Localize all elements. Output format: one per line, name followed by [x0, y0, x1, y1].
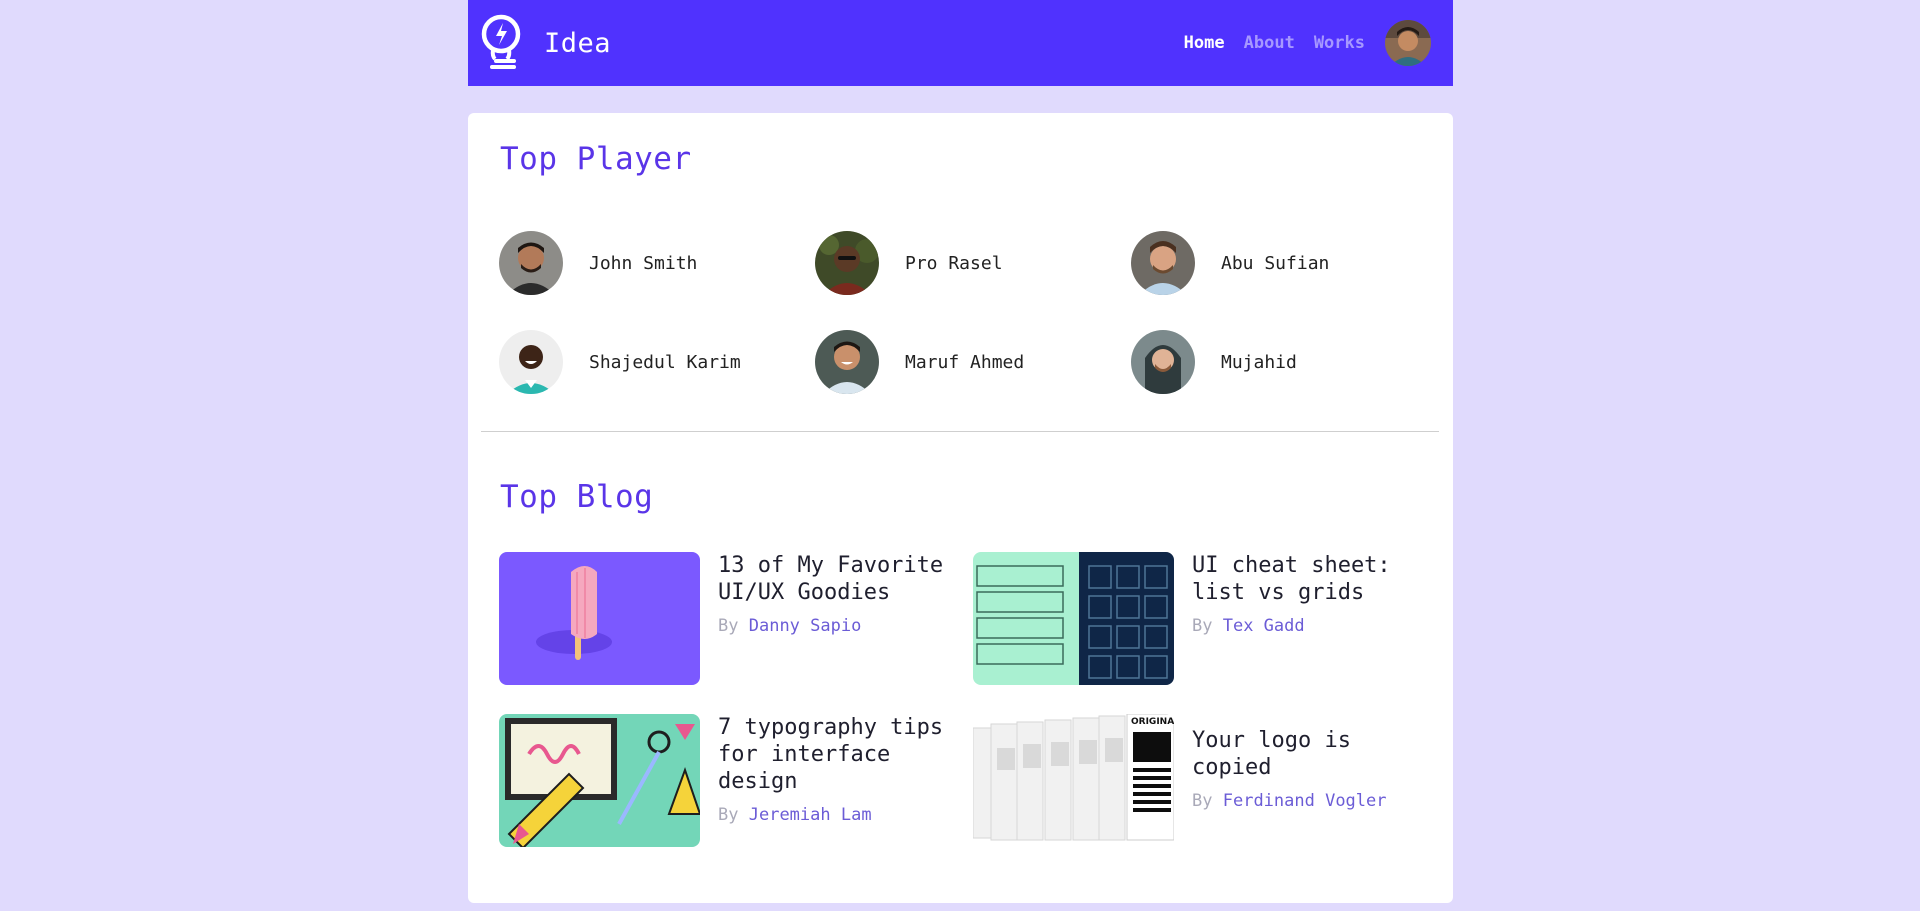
- blog-author-link[interactable]: Danny Sapio: [749, 616, 862, 636]
- blog-byline: By Danny Sapio: [718, 616, 948, 636]
- player-card[interactable]: Pro Rasel: [815, 231, 1003, 295]
- blog-text: Your logo is copied By Ferdinand Vogler: [1192, 727, 1422, 847]
- main-nav: Home About Works: [1165, 20, 1431, 66]
- top-blog-heading: Top Blog: [500, 479, 654, 515]
- player-avatar: [815, 231, 879, 295]
- lightbulb-logo-icon: [481, 14, 521, 69]
- typography-tips-thumbnail: [499, 714, 700, 847]
- logo-copied-thumbnail: ORIGINA: [973, 714, 1174, 847]
- content-card: Top Player John Smith Pro Rasel Abu Sufi…: [468, 113, 1453, 903]
- blog-title[interactable]: 7 typography tips for interface design: [718, 714, 948, 795]
- player-avatar: [499, 231, 563, 295]
- nav-home-link[interactable]: Home: [1184, 33, 1225, 53]
- blog-author-link[interactable]: Ferdinand Vogler: [1223, 791, 1387, 811]
- blog-byline: By Ferdinand Vogler: [1192, 791, 1422, 811]
- brand-name: Idea: [544, 27, 612, 59]
- brand[interactable]: Idea: [480, 14, 611, 72]
- blog-text: 13 of My Favorite UI/UX Goodies By Danny…: [718, 552, 948, 685]
- top-player-heading: Top Player: [500, 141, 692, 177]
- player-name: Maruf Ahmed: [905, 351, 1025, 373]
- player-card[interactable]: Mujahid: [1131, 330, 1297, 394]
- blog-text: UI cheat sheet: list vs grids By Tex Gad…: [1192, 552, 1422, 685]
- blog-title[interactable]: 13 of My Favorite UI/UX Goodies: [718, 552, 948, 606]
- blog-card[interactable]: UI cheat sheet: list vs grids By Tex Gad…: [973, 552, 1422, 685]
- thumb-origina-text: ORIGINA: [1131, 717, 1174, 727]
- by-label: By: [1192, 791, 1213, 811]
- blog-title[interactable]: UI cheat sheet: list vs grids: [1192, 552, 1422, 606]
- user-avatar[interactable]: [1385, 20, 1431, 66]
- blog-byline: By Tex Gadd: [1192, 616, 1422, 636]
- nav-about-link[interactable]: About: [1244, 33, 1295, 53]
- by-label: By: [718, 616, 739, 636]
- blog-author-link[interactable]: Jeremiah Lam: [749, 805, 872, 825]
- popsicle-thumbnail: [499, 552, 700, 685]
- player-card[interactable]: Abu Sufian: [1131, 231, 1329, 295]
- blog-card[interactable]: ORIGINA Your logo is copied By Ferdinand…: [973, 714, 1422, 847]
- player-avatar: [815, 330, 879, 394]
- blog-title[interactable]: Your logo is copied: [1192, 727, 1422, 781]
- player-card[interactable]: John Smith: [499, 231, 697, 295]
- player-avatar: [499, 330, 563, 394]
- player-name: Abu Sufian: [1221, 252, 1330, 274]
- by-label: By: [718, 805, 739, 825]
- blog-text: 7 typography tips for interface design B…: [718, 714, 948, 847]
- player-avatar: [1131, 231, 1195, 295]
- section-divider: [481, 431, 1439, 432]
- player-name: Pro Rasel: [905, 252, 1003, 274]
- player-name: Mujahid: [1221, 351, 1297, 373]
- nav-works-link[interactable]: Works: [1314, 33, 1365, 53]
- player-card[interactable]: Maruf Ahmed: [815, 330, 1024, 394]
- player-name: Shajedul Karim: [589, 351, 741, 373]
- player-card[interactable]: Shajedul Karim: [499, 330, 741, 394]
- list-vs-grid-thumbnail: [973, 552, 1174, 685]
- blog-author-link[interactable]: Tex Gadd: [1223, 616, 1305, 636]
- player-name: John Smith: [589, 252, 698, 274]
- player-avatar: [1131, 330, 1195, 394]
- by-label: By: [1192, 616, 1213, 636]
- page: Idea Home About Works Top Player John Sm…: [468, 0, 1453, 903]
- blog-card[interactable]: 13 of My Favorite UI/UX Goodies By Danny…: [499, 552, 948, 685]
- blog-card[interactable]: 7 typography tips for interface design B…: [499, 714, 948, 847]
- top-navbar: Idea Home About Works: [468, 0, 1453, 86]
- blog-byline: By Jeremiah Lam: [718, 805, 948, 825]
